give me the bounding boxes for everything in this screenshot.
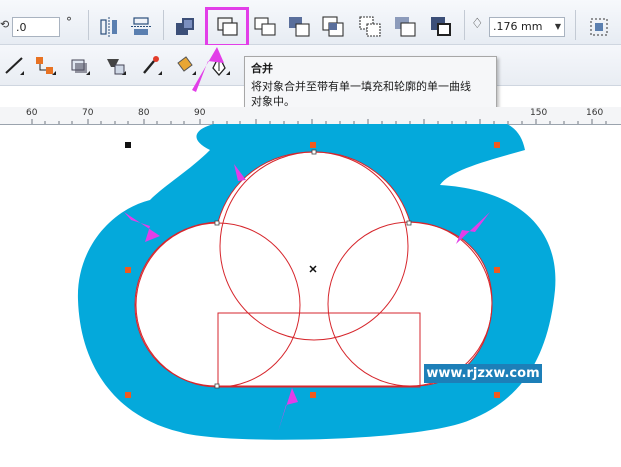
- degree-symbol: °: [66, 15, 72, 29]
- weld-icon[interactable]: [172, 14, 198, 40]
- back-minus-front-icon[interactable]: [357, 14, 383, 40]
- outline-width-value: .176 mm: [493, 20, 543, 33]
- outline-pen-tool-icon[interactable]: [206, 53, 232, 79]
- mirror-vertical-icon[interactable]: [128, 14, 154, 40]
- tooltip-body: 将对象合并至带有单一填充和轮廓的单一曲线 对象中。: [251, 79, 490, 109]
- tooltip-body-line: 将对象合并至带有单一填充和轮廓的单一曲线: [251, 80, 471, 93]
- eyedropper-tool-icon[interactable]: [138, 53, 164, 79]
- tooltip-title: 合并: [251, 62, 273, 75]
- selection-handle[interactable]: [494, 142, 500, 148]
- path-node[interactable]: [214, 220, 220, 226]
- intersect-icon[interactable]: [252, 14, 278, 40]
- horizontal-ruler[interactable]: 60 70 80 90 150 160: [0, 107, 621, 125]
- separator: [464, 10, 465, 40]
- drop-shadow-tool-icon[interactable]: [66, 53, 92, 79]
- selection-handle[interactable]: [125, 267, 131, 273]
- outline-width-select[interactable]: .176 mm ▼: [489, 17, 565, 37]
- path-node[interactable]: [311, 149, 317, 155]
- watermark: www.rjzxw.com: [424, 364, 542, 383]
- ruler-label: 70: [82, 108, 94, 118]
- front-minus-back-icon[interactable]: [320, 14, 346, 40]
- ruler-label: 60: [26, 108, 38, 118]
- create-boundary-icon[interactable]: [392, 14, 418, 40]
- drawing-canvas[interactable]: [0, 124, 621, 467]
- trim-tooltip: 合并 将对象合并至带有单一填充和轮廓的单一曲线 对象中。: [244, 56, 497, 112]
- transparency-tool-icon[interactable]: [102, 53, 128, 79]
- selection-handle[interactable]: [310, 392, 316, 398]
- interactive-fill-tool-icon[interactable]: [172, 53, 198, 79]
- align-icon[interactable]: [586, 14, 612, 40]
- separator: [88, 10, 89, 40]
- ruler-label: 160: [586, 108, 604, 118]
- rotate-icon: ⟲: [0, 18, 10, 31]
- corner-handle[interactable]: [125, 142, 131, 148]
- path-node[interactable]: [406, 220, 412, 226]
- ruler-label: 90: [194, 108, 206, 118]
- selection-handle[interactable]: [125, 392, 131, 398]
- selection-handle[interactable]: [310, 142, 316, 148]
- separator: [575, 10, 576, 40]
- connector-tool-icon[interactable]: [32, 53, 58, 79]
- chevron-down-icon: ▼: [554, 22, 561, 31]
- path-node[interactable]: [214, 383, 220, 389]
- simplify-icon[interactable]: [286, 14, 312, 40]
- separator: [163, 10, 164, 40]
- ruler-label: 80: [138, 108, 150, 118]
- rotation-angle-input[interactable]: .0: [12, 17, 60, 37]
- ruler-label: 150: [530, 108, 548, 118]
- pen-nib-icon: ♢: [471, 16, 484, 32]
- selection-handle[interactable]: [494, 392, 500, 398]
- dimension-tool-icon[interactable]: [2, 53, 28, 79]
- property-bar: ⟲ .0 ° ♢ .176 mm ▼: [0, 0, 621, 45]
- selection-handle[interactable]: [494, 267, 500, 273]
- combine-icon[interactable]: [428, 14, 454, 40]
- trim-button-highlight: [205, 7, 249, 47]
- mirror-horizontal-icon[interactable]: [96, 14, 122, 40]
